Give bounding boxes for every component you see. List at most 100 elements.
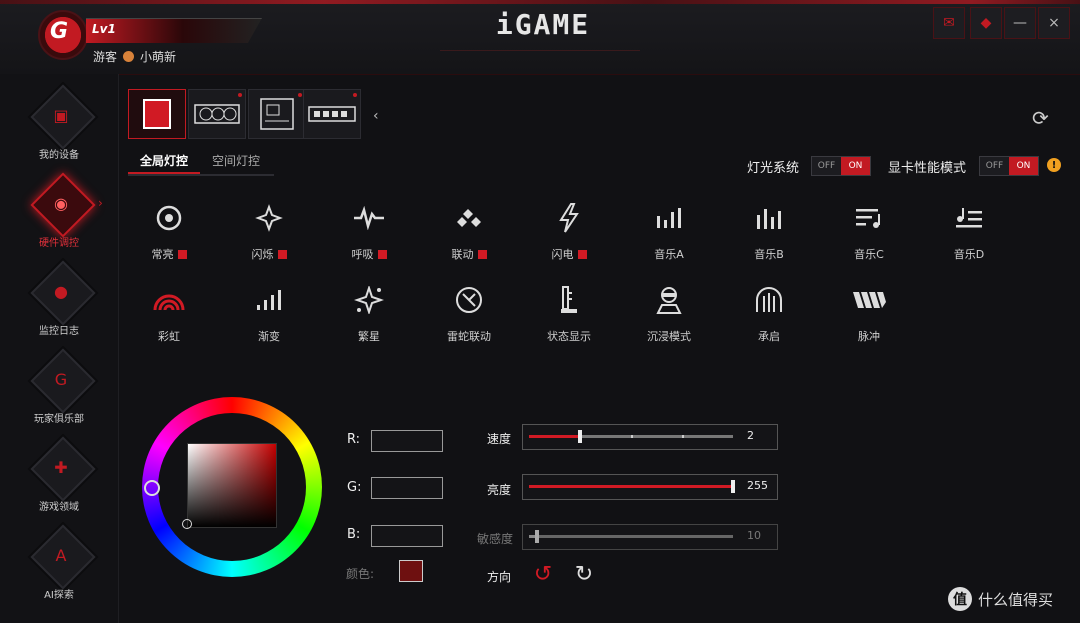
saturation-value-picker[interactable] xyxy=(187,443,277,528)
chevron-right-icon: › xyxy=(98,196,103,210)
chevron-left-icon[interactable]: ‹ xyxy=(373,108,379,124)
update-dot xyxy=(298,93,302,97)
speed-slider[interactable]: 2 xyxy=(522,424,778,450)
red-square-icon xyxy=(577,249,587,259)
mode-rainbow[interactable]: 彩虹 xyxy=(119,282,219,364)
slider-fill xyxy=(529,485,733,488)
mode-label: 联动 xyxy=(419,246,519,262)
ai-icon: A xyxy=(55,545,67,565)
tab-global-light[interactable]: 全局灯控 xyxy=(140,152,188,169)
sidebar-item-monitor-log[interactable]: ● 监控日志 xyxy=(0,260,118,344)
mode-status-display[interactable]: 状态显示 xyxy=(519,282,619,364)
sidebar-item-my-devices[interactable]: ▣ 我的设备 xyxy=(0,84,118,168)
watermark-text: 什么值得买 xyxy=(978,590,1054,609)
chart-icon: ● xyxy=(54,281,68,301)
user-role: 游客 xyxy=(93,50,118,64)
sidebar-item-game-domain[interactable]: ✚ 游戏领域 xyxy=(0,436,118,520)
tab-space-light[interactable]: 空间灯控 xyxy=(212,152,260,169)
mode-label: 闪电 xyxy=(519,246,619,262)
arch-icon xyxy=(745,282,793,318)
brightness-value: 255 xyxy=(747,479,768,492)
b-input[interactable] xyxy=(371,525,443,547)
rainbow-icon xyxy=(145,282,193,318)
monitor-icon: ▣ xyxy=(53,105,69,125)
target-icon xyxy=(145,200,193,236)
hue-knob[interactable] xyxy=(144,480,160,496)
slider-thumb[interactable] xyxy=(578,430,582,443)
refresh-icon[interactable]: ⟳ xyxy=(1032,106,1049,130)
close-button[interactable]: × xyxy=(1038,7,1070,39)
mode-breathe[interactable]: 呼吸 xyxy=(319,200,419,282)
mode-pulse[interactable]: 脉冲 xyxy=(819,282,919,364)
mode-music-c[interactable]: 音乐C xyxy=(819,200,919,282)
sidebar-item-label: 监控日志 xyxy=(39,326,79,337)
sidebar-item-label: 我的设备 xyxy=(39,150,79,161)
level-text: Lv1 xyxy=(92,22,116,36)
direction-label: 方向 xyxy=(487,570,512,584)
sensitivity-label: 敏感度 xyxy=(477,532,514,546)
music-list-icon xyxy=(845,200,893,236)
sidebar-item-ai-explore[interactable]: A AI探索 xyxy=(0,524,118,608)
mode-label: 沉浸模式 xyxy=(647,330,691,343)
sensitivity-slider[interactable]: 10 xyxy=(522,524,778,550)
brightness-slider[interactable]: 255 xyxy=(522,474,778,500)
color-swatch[interactable] xyxy=(399,560,423,582)
mode-gradient[interactable]: 渐变 xyxy=(219,282,319,364)
avatar-logo-icon: G xyxy=(50,19,69,44)
mode-label: 彩虹 xyxy=(158,330,180,343)
device-tab-cooler[interactable] xyxy=(128,89,186,139)
toggle-on: ON xyxy=(841,157,870,175)
mode-linked[interactable]: 联动 xyxy=(419,200,519,282)
sidebar-item-hardware-control[interactable]: ◉ › 硬件调控 xyxy=(0,172,118,256)
rotate-clockwise-button[interactable]: ↻ xyxy=(571,561,597,587)
vr-headset-icon xyxy=(645,282,693,318)
notification-button[interactable]: ✉ xyxy=(933,7,965,39)
mode-flash[interactable]: 闪烁 xyxy=(219,200,319,282)
g-input[interactable] xyxy=(371,477,443,499)
light-system-toggle[interactable]: OFF ON xyxy=(811,156,871,176)
gpu-mode-toggle[interactable]: OFF ON xyxy=(979,156,1039,176)
mode-music-b[interactable]: 音乐B xyxy=(719,200,819,282)
b-label: B: xyxy=(347,527,361,542)
device-tab-motherboard[interactable] xyxy=(248,89,306,139)
mode-music-d[interactable]: 音乐D xyxy=(919,200,1019,282)
watermark: 值 什么值得买 xyxy=(948,587,1053,611)
slider-thumb[interactable] xyxy=(731,480,735,493)
r-input[interactable] xyxy=(371,430,443,452)
mode-static[interactable]: 常亮 xyxy=(119,200,219,282)
warning-icon[interactable]: ! xyxy=(1047,158,1061,172)
sidebar-item-player-club[interactable]: G 玩家俱乐部 xyxy=(0,348,118,432)
slider-fill xyxy=(529,435,580,438)
sidebar-item-label: 游戏领域 xyxy=(39,502,79,513)
mode-razer-link[interactable]: 雷蛇联动 xyxy=(419,282,519,364)
sidebar: ▣ 我的设备 ◉ › 硬件调控 ● 监控日志 G 玩家俱乐部 ✚ 游戏领域 A … xyxy=(0,74,119,623)
close-icon: × xyxy=(1048,15,1060,31)
r-label: R: xyxy=(347,432,361,447)
razer-icon xyxy=(445,282,493,318)
shield-icon: ◆ xyxy=(980,15,992,31)
mode-lightning[interactable]: 闪电 xyxy=(519,200,619,282)
mode-label: 音乐D xyxy=(953,248,985,261)
skin-button[interactable]: ◆ xyxy=(970,7,1002,39)
avatar[interactable]: G xyxy=(38,10,88,60)
mode-stars[interactable]: 繁星 xyxy=(319,282,419,364)
motherboard-icon xyxy=(260,98,294,130)
device-tab-gpu[interactable] xyxy=(188,89,246,139)
slider-thumb[interactable] xyxy=(535,530,540,543)
mode-label: 呼吸 xyxy=(319,246,419,262)
stars-icon xyxy=(345,282,393,318)
app-logo: iGAME xyxy=(495,8,591,41)
mode-label: 雷蛇联动 xyxy=(447,330,491,343)
sv-knob[interactable] xyxy=(182,519,192,529)
rotate-counterclockwise-button[interactable]: ↺ xyxy=(530,561,556,587)
brightness-label: 亮度 xyxy=(487,483,512,497)
mode-chengqi[interactable]: 承启 xyxy=(719,282,819,364)
bulb-icon xyxy=(123,51,135,62)
toggle-off: OFF xyxy=(985,161,1004,171)
mode-immersive[interactable]: 沉浸模式 xyxy=(619,282,719,364)
memory-stick-icon xyxy=(308,106,356,122)
watermark-logo-icon: 值 xyxy=(948,587,972,611)
mode-music-a[interactable]: 音乐A xyxy=(619,200,719,282)
minimize-button[interactable]: — xyxy=(1004,7,1036,39)
device-tab-memory[interactable] xyxy=(303,89,361,139)
